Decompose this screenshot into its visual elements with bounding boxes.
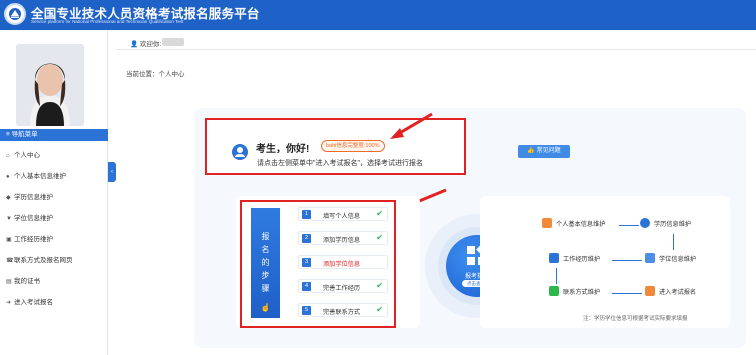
flow-node-enter-exam: 进入考试报名 [645, 286, 696, 300]
sidebar-item-enter-exam[interactable]: ➜ 进入考试报名 [6, 296, 53, 310]
sidebar-item-work-history[interactable]: ▣ 工作经历维护 [6, 233, 53, 247]
thumbs-up-icon: 👍 [527, 148, 537, 154]
sidebar-item-education[interactable]: ◆ 学历信息维护 [6, 191, 53, 205]
user-name-redacted [162, 38, 184, 46]
graduation-cap-icon [640, 218, 650, 229]
user-icon [542, 218, 552, 229]
home-icon: ⌂ [6, 153, 10, 159]
graduation-cap-icon: ◆ [6, 195, 11, 201]
annotation-arrow-top [390, 112, 433, 139]
phone-icon: ☎ [6, 258, 14, 264]
site-logo [4, 3, 26, 25]
person-icon [232, 144, 248, 160]
flow-arrow [612, 293, 642, 294]
user-small-icon: 👤 [130, 41, 140, 48]
greeting-title: 考生，你好! [256, 144, 310, 155]
shield-icon [645, 253, 655, 264]
flow-node-education: 学历信息维护 [640, 218, 691, 232]
site-subtitle: Service platform for National Profession… [31, 19, 184, 24]
building-icon: ▣ [6, 237, 12, 243]
flow-arrow [673, 234, 674, 250]
flow-node-degree: 学位信息维护 [645, 253, 696, 267]
top-header: 全国专业技术人员资格考试报名服务平台 Service platform for … [0, 0, 756, 30]
flow-node-basic-info: 个人基本信息维护 [542, 218, 606, 232]
flow-node-work: 工作经历维护 [549, 253, 600, 267]
breadcrumb: 当前位置：个人中心 [126, 71, 185, 78]
sidebar-item-personal-center[interactable]: ⌂ 个人中心 [6, 149, 40, 163]
flow-note: 注：学历学位信息可根据考试实际要求填报 [583, 316, 688, 322]
nav-menu-header: ≡ 导航菜单 [0, 129, 108, 141]
user-icon: ● [6, 174, 10, 180]
profile-completeness-badge: babi信息完整度:100% [321, 140, 385, 152]
sidebar-item-certificates[interactable]: ▤ 我的证书 [6, 275, 40, 289]
phone-icon [549, 286, 559, 297]
welcome-text: 👤 欢迎你: [130, 41, 162, 48]
flow-arrow [612, 260, 642, 261]
flow-arrow [619, 225, 639, 226]
sidebar-item-contact[interactable]: ☎联系方式及报名网页 [6, 254, 73, 268]
sidebar-item-degree[interactable]: ▼ 学位信息维护 [6, 212, 53, 226]
steps-highlight-frame [240, 200, 396, 328]
welcome-bar: 👤 欢迎你: [116, 34, 756, 50]
sidebar-item-basic-info[interactable]: ● 个人基本信息维护 [6, 170, 66, 184]
flow-arrow [556, 268, 557, 284]
greeting-instruction: 请点击左侧菜单中"进入考试报名"，选择考试进行报名 [257, 160, 423, 167]
certificate-icon: ▤ [6, 279, 12, 285]
enter-icon [645, 286, 655, 297]
briefcase-icon [549, 253, 559, 264]
shield-icon: ▼ [6, 216, 12, 222]
arrow-circle-icon: ➜ [6, 300, 12, 306]
sidebar-collapse-toggle[interactable]: ‹ [108, 162, 116, 182]
avatar [16, 44, 84, 126]
flow-node-contact: 联系方式维护 [549, 286, 600, 300]
faq-button[interactable]: 👍 常见问题 [518, 145, 570, 158]
